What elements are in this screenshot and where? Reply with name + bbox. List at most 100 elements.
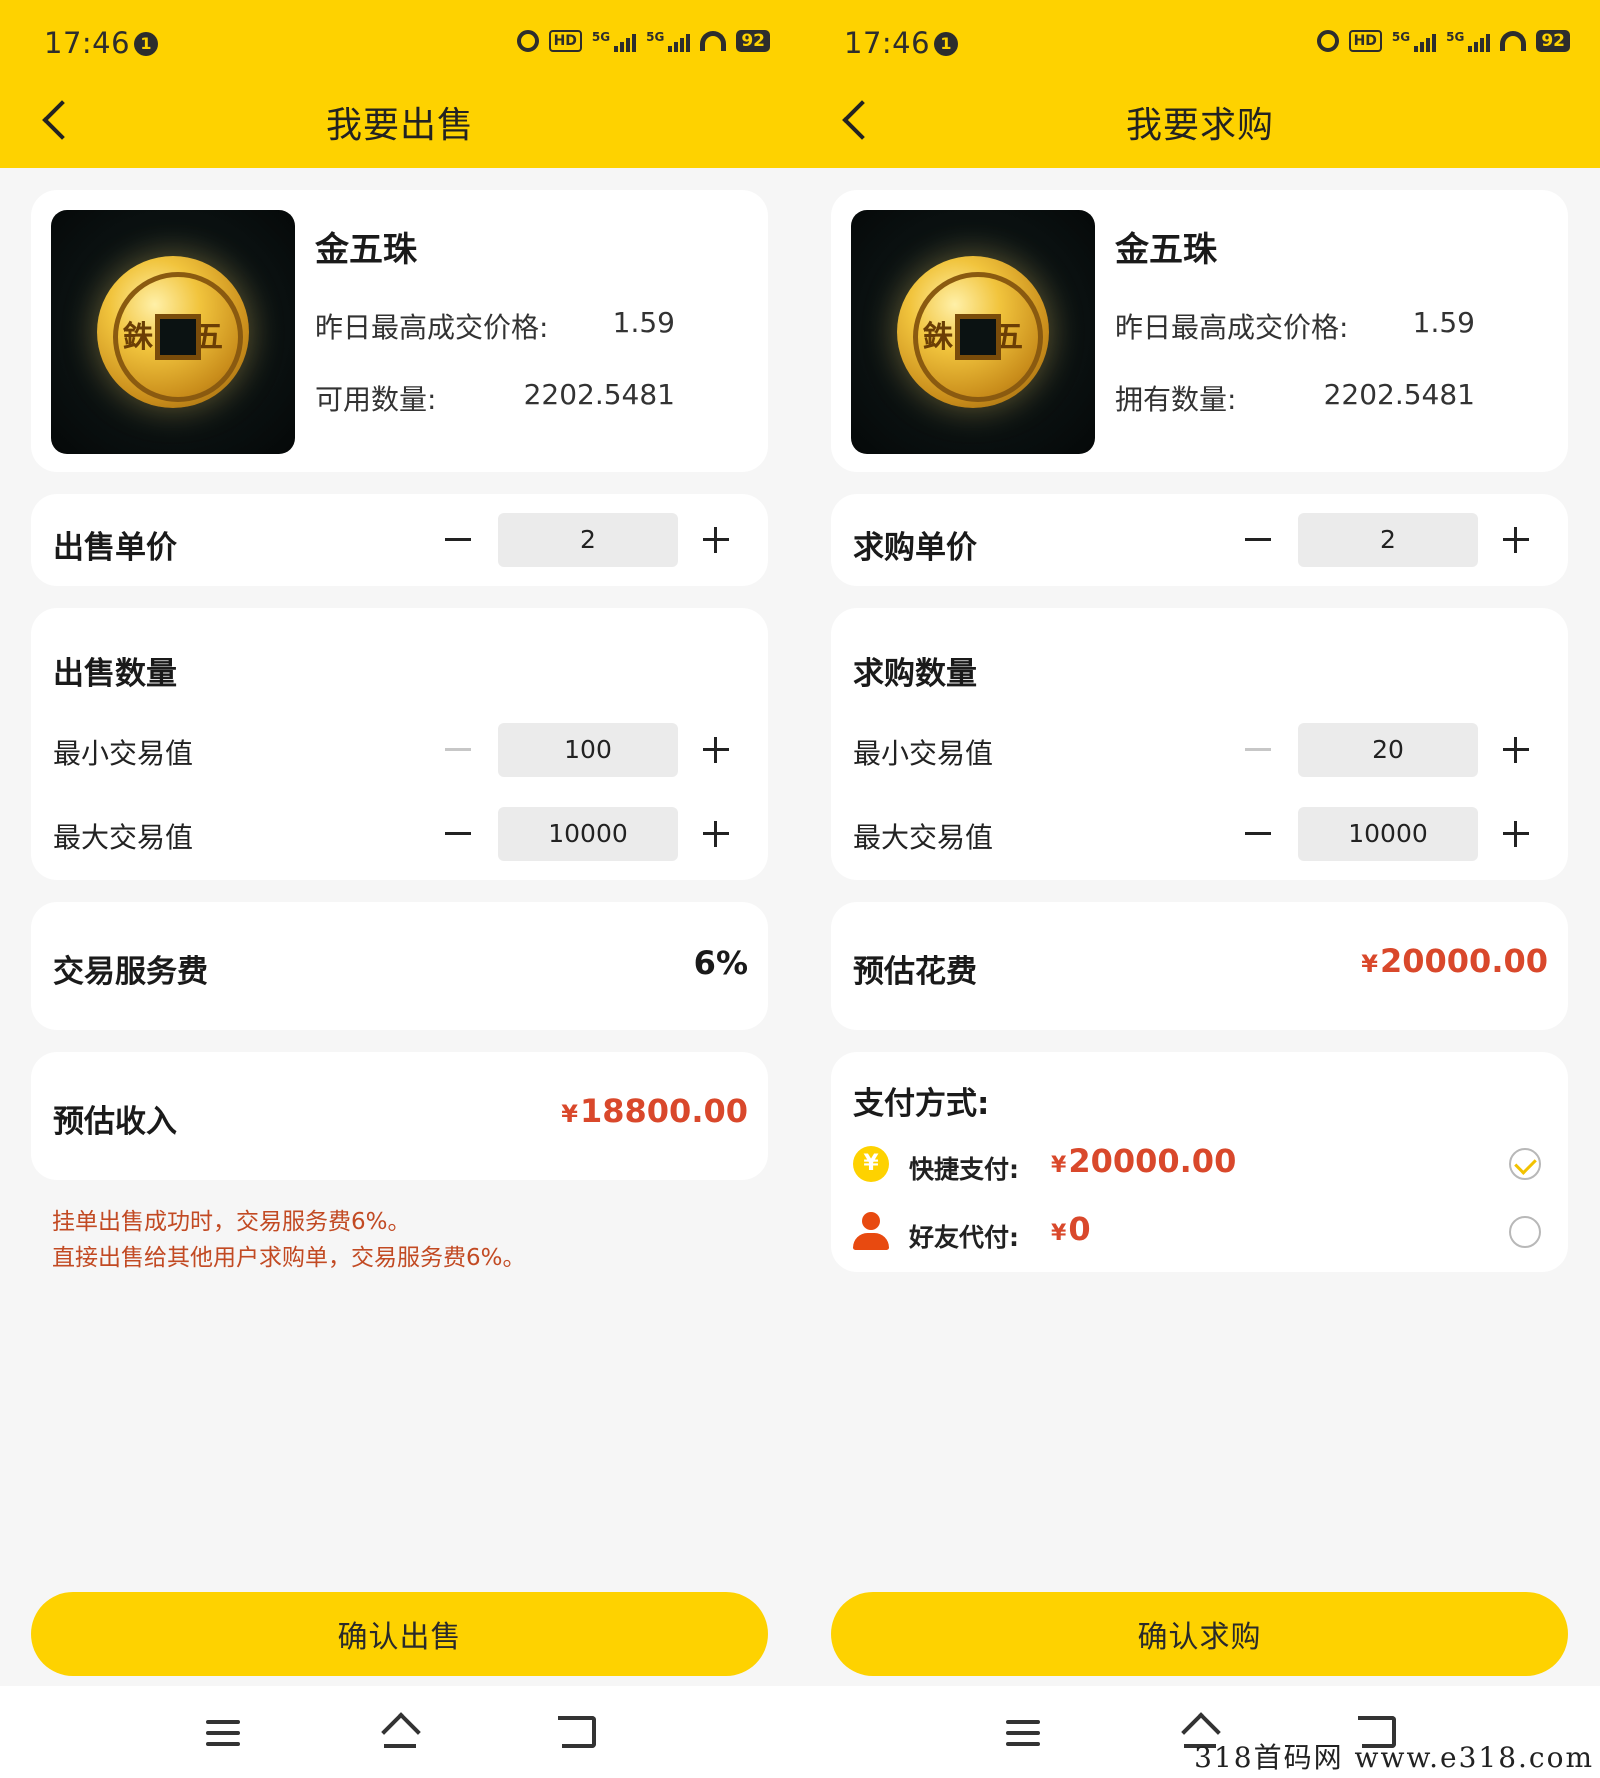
max-decrease-button[interactable] <box>443 819 473 849</box>
price-increase-button[interactable] <box>1501 525 1531 555</box>
price-increase-button[interactable] <box>701 525 731 555</box>
signal-icon: 5G <box>1392 30 1437 52</box>
battery-icon: 92 <box>1536 30 1570 52</box>
estimated-income-amount: ¥18800.00 <box>561 1092 748 1130</box>
coin-char: 五 <box>993 320 1023 355</box>
estimated-cost-card: 预估花费 ¥20000.00 <box>831 902 1568 1030</box>
hd-icon: HD <box>548 30 582 52</box>
min-trade-input[interactable]: 100 <box>498 723 678 777</box>
payment-method-title: 支付方式: <box>853 1086 990 1122</box>
nav-bar: 我要求购 <box>800 84 1600 154</box>
unit-price-card: 出售单价 2 <box>31 494 768 586</box>
signal-label: 5G <box>591 30 611 44</box>
yesterday-price-label: 昨日最高成交价格: <box>1115 311 1349 344</box>
radio-icon[interactable] <box>1509 1216 1541 1248</box>
product-image: 銖 五 <box>51 210 295 454</box>
estimated-cost-amount: ¥20000.00 <box>1361 942 1548 980</box>
yuan-coin-icon: ¥ <box>853 1146 889 1182</box>
hd-icon: HD <box>1348 30 1382 52</box>
unit-price-title: 求购单价 <box>853 530 977 566</box>
menu-icon[interactable] <box>206 1720 240 1748</box>
notification-badge: 1 <box>134 32 158 56</box>
estimated-income-label: 预估收入 <box>53 1104 177 1140</box>
owned-qty-row: 拥有数量: 2202.5481 <box>1115 378 1475 418</box>
fee-note-line: 直接出售给其他用户求购单，交易服务费6%。 <box>52 1245 526 1271</box>
home-icon[interactable] <box>380 1714 420 1750</box>
unit-price-card: 求购单价 2 <box>831 494 1568 586</box>
currency-symbol: ¥ <box>1051 1153 1067 1178</box>
payment-option-quick[interactable]: ¥ 快捷支付: ¥20000.00 <box>851 1142 1551 1190</box>
estimated-income-card: 预估收入 ¥18800.00 <box>31 1052 768 1180</box>
min-increase-button[interactable] <box>701 735 731 765</box>
status-icons: HD 5G 5G 92 <box>1316 30 1570 52</box>
coin-chars: 銖 五 <box>923 312 1023 356</box>
signal-label: 5G <box>646 30 665 44</box>
price-decrease-button[interactable] <box>1243 525 1273 555</box>
confirm-sell-button[interactable]: 确认出售 <box>31 1592 768 1676</box>
available-qty-label: 可用数量: <box>315 383 437 416</box>
min-decrease-button[interactable] <box>443 735 473 765</box>
price-decrease-button[interactable] <box>443 525 473 555</box>
battery-icon: 92 <box>736 30 770 52</box>
alarm-icon <box>1316 30 1339 52</box>
quantity-card: 求购数量 最小交易值 20 最大交易值 10000 <box>831 608 1568 880</box>
min-increase-button[interactable] <box>1501 735 1531 765</box>
quantity-card: 出售数量 最小交易值 100 最大交易值 10000 <box>31 608 768 880</box>
status-bar: 17:46 1 HD 5G 5G 92 <box>0 22 800 68</box>
status-icons: HD 5G 5G 92 <box>516 30 770 52</box>
max-increase-button[interactable] <box>1501 819 1531 849</box>
quantity-title: 求购数量 <box>853 656 977 692</box>
unit-price-input[interactable]: 2 <box>498 513 678 567</box>
confirm-buy-button[interactable]: 确认求购 <box>831 1592 1568 1676</box>
unit-price-title: 出售单价 <box>53 530 177 566</box>
owned-qty-label: 拥有数量: <box>1115 383 1237 416</box>
estimated-income-value: 18800.00 <box>579 1092 748 1130</box>
checkmark-radio-icon[interactable] <box>1509 1148 1541 1180</box>
max-increase-button[interactable] <box>701 819 731 849</box>
unit-price-input[interactable]: 2 <box>1298 513 1478 567</box>
gold-coin-icon: 銖 五 <box>897 256 1049 408</box>
status-time: 17:46 <box>844 26 931 60</box>
coin-chars: 銖 五 <box>123 312 223 356</box>
max-trade-label: 最大交易值 <box>853 821 994 854</box>
yesterday-price-label: 昨日最高成交价格: <box>315 311 549 344</box>
wifi-icon <box>700 31 727 51</box>
yesterday-price-row: 昨日最高成交价格: 1.59 <box>315 306 675 346</box>
user-icon <box>851 1212 891 1252</box>
max-trade-input[interactable]: 10000 <box>498 807 678 861</box>
product-image: 銖 五 <box>851 210 1095 454</box>
payment-option-friend[interactable]: 好友代付: ¥0 <box>851 1210 1551 1258</box>
estimated-cost-value: 20000.00 <box>1379 942 1548 980</box>
nav-bar: 我要出售 <box>0 84 800 154</box>
alarm-icon <box>516 30 539 52</box>
back-icon[interactable] <box>558 1716 596 1748</box>
sell-screen: 17:46 1 HD 5G 5G 92 我要出售 銖 五 金五珠 昨日最高成交价… <box>0 0 800 1778</box>
coin-char: 銖 <box>123 320 153 355</box>
coin-char: 五 <box>193 320 223 355</box>
min-trade-label: 最小交易值 <box>853 737 994 770</box>
currency-symbol: ¥ <box>561 1100 578 1128</box>
estimated-cost-label: 预估花费 <box>853 954 977 990</box>
max-trade-input[interactable]: 10000 <box>1298 807 1478 861</box>
service-fee-card: 交易服务费 6% <box>31 902 768 1030</box>
currency-symbol: ¥ <box>1361 950 1378 978</box>
service-fee-value: 6% <box>693 944 748 982</box>
min-trade-label: 最小交易值 <box>53 737 194 770</box>
max-trade-label: 最大交易值 <box>53 821 194 854</box>
page-title: 我要出售 <box>325 105 474 146</box>
service-fee-label: 交易服务费 <box>53 954 208 990</box>
max-decrease-button[interactable] <box>1243 819 1273 849</box>
system-nav-bar <box>0 1686 800 1778</box>
status-bar: 17:46 1 HD 5G 5G 92 <box>800 22 1600 68</box>
product-name: 金五珠 <box>315 230 417 270</box>
min-decrease-button[interactable] <box>1243 735 1273 765</box>
currency-symbol: ¥ <box>1051 1221 1067 1246</box>
menu-icon[interactable] <box>1006 1720 1040 1748</box>
payment-amount-value: 20000.00 <box>1068 1142 1237 1180</box>
min-trade-input[interactable]: 20 <box>1298 723 1478 777</box>
payment-amount-value: 0 <box>1068 1210 1091 1248</box>
coin-char: 銖 <box>923 320 953 355</box>
yesterday-price-value: 1.59 <box>612 306 675 339</box>
page-title: 我要求购 <box>1125 105 1274 146</box>
available-qty-value: 2202.5481 <box>523 378 675 411</box>
